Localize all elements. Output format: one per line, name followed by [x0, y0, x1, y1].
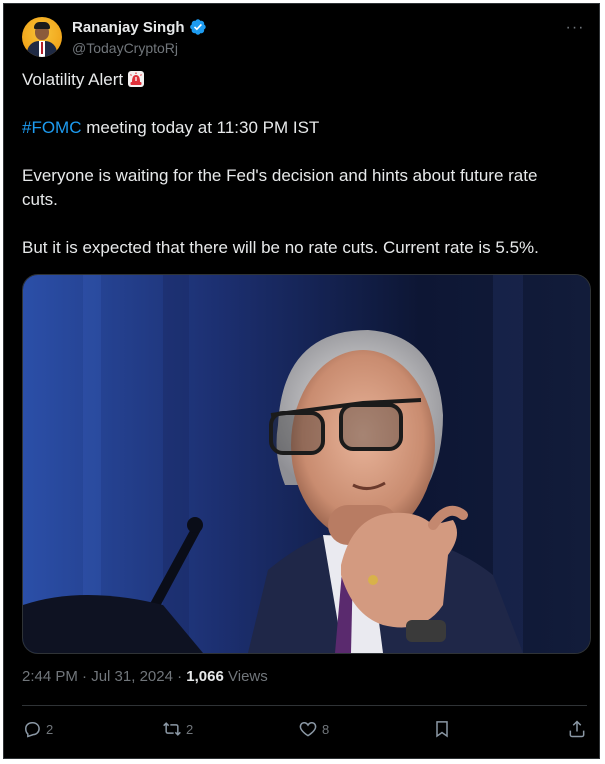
retweet-count: 2 [186, 721, 194, 737]
tweet-date[interactable]: Jul 31, 2024 [91, 668, 173, 685]
tweet-card: Rananjay Singh @TodayCryptoRj ··· Volati… [3, 3, 600, 759]
tweet-image[interactable] [22, 274, 591, 654]
display-name[interactable]: Rananjay Singh [72, 19, 185, 36]
tweet-header: Rananjay Singh @TodayCryptoRj ··· [22, 16, 587, 60]
tweet-time[interactable]: 2:44 PM [22, 668, 78, 685]
bookmark-button[interactable] [432, 714, 452, 744]
views-count: 1,066 [186, 668, 224, 685]
tweet-meta: 2:44 PM · Jul 31, 2024 · 1,066 Views [22, 668, 268, 685]
more-options-icon[interactable]: ··· [563, 16, 587, 40]
bookmark-icon [436, 721, 448, 738]
author-info: Rananjay Singh @TodayCryptoRj [72, 18, 207, 56]
photo-of-man-with-glasses-speaking-icon [23, 275, 590, 653]
like-count: 8 [322, 721, 330, 737]
reply-count: 2 [46, 721, 54, 737]
verified-badge-icon[interactable] [189, 18, 207, 36]
divider [22, 705, 587, 706]
like-button[interactable]: 8 [298, 714, 329, 744]
tweet-text: Volatility Alert #FOMC meeting today at … [22, 68, 569, 260]
share-icon [569, 720, 585, 738]
reply-icon [24, 722, 40, 738]
heart-icon [299, 721, 317, 737]
tweet-line-1: Volatility Alert [22, 70, 124, 89]
avatar[interactable] [22, 17, 62, 57]
tweet-line-3: Everyone is waiting for the Fed's decisi… [22, 166, 538, 209]
share-button[interactable] [567, 714, 587, 744]
reply-button[interactable]: 2 [22, 714, 53, 744]
action-bar: 2 2 8 [22, 714, 587, 744]
handle[interactable]: @TodayCryptoRj [72, 40, 207, 56]
retweet-icon [163, 722, 181, 736]
retweet-button[interactable]: 2 [162, 714, 193, 744]
views-label: Views [228, 668, 268, 685]
police-light-siren-icon [127, 70, 145, 88]
tweet-line-4: But it is expected that there will be no… [22, 238, 539, 257]
hashtag-fomc-link[interactable]: #FOMC [22, 118, 82, 137]
tweet-line-2: meeting today at 11:30 PM IST [81, 118, 320, 137]
